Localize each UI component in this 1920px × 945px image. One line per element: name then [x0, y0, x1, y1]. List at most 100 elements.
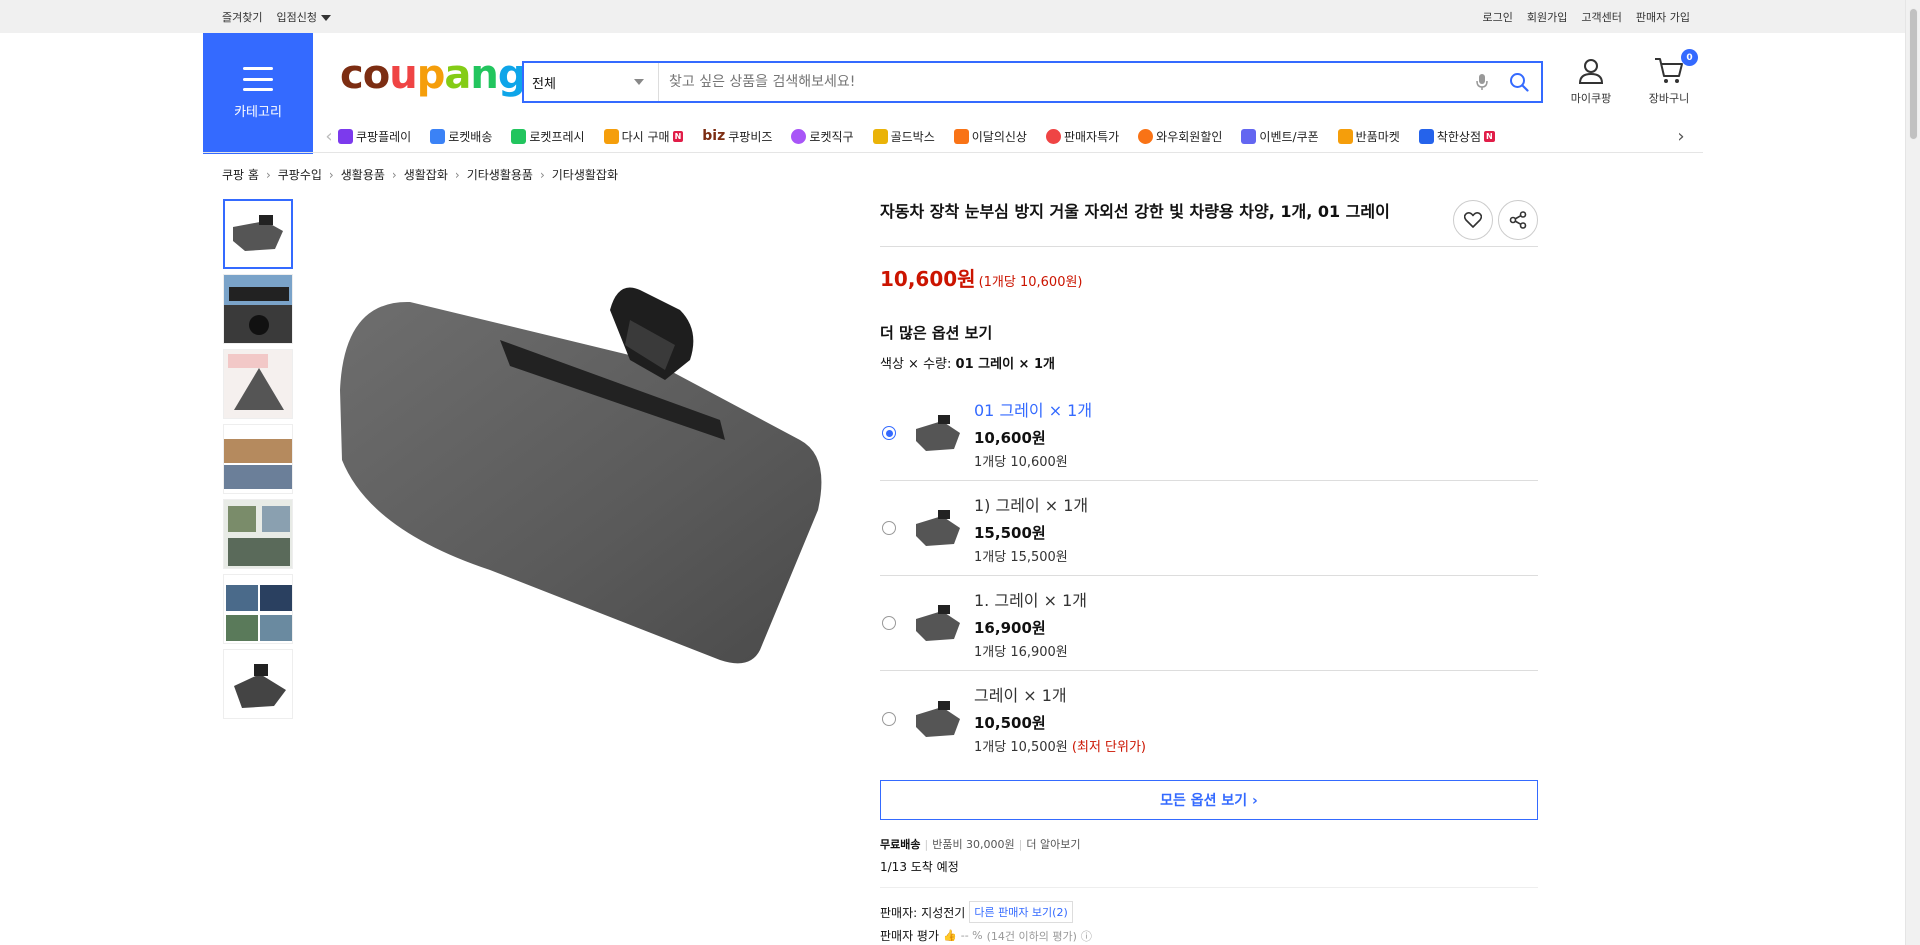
return-market-icon — [1337, 128, 1353, 144]
option-thumbnail — [916, 415, 960, 451]
radio-button[interactable] — [882, 521, 896, 535]
mycoupang-button[interactable]: 마이쿠팡 — [1562, 56, 1620, 106]
sale-price: 10,600원 — [880, 267, 976, 291]
breadcrumb-item[interactable]: 생활잡화 — [404, 166, 448, 183]
nav-item-biz[interactable]: biz 쿠팡비즈 — [702, 128, 772, 145]
nav-item-rocketfresh[interactable]: 로켓프레시 — [511, 128, 585, 145]
thumbnail-4[interactable] — [223, 424, 293, 494]
option-thumbnail — [916, 700, 960, 737]
seller-name[interactable]: 지성전기 — [921, 904, 965, 921]
rocket-fresh-icon — [511, 128, 527, 144]
customer-center-link[interactable]: 고객센터 — [1581, 9, 1621, 25]
wishlist-button[interactable] — [1453, 200, 1493, 240]
nav-next-icon[interactable]: › — [1672, 126, 1690, 147]
thumbnail-1[interactable] — [223, 199, 293, 269]
percent-icon — [1045, 128, 1061, 144]
bookmark-link[interactable]: 즐겨찾기 — [222, 9, 262, 25]
lowest-unit-price-tag: (최저 단위가) — [1071, 740, 1146, 755]
nav-item-event[interactable]: 이벤트/쿠폰 — [1241, 128, 1319, 145]
nav-item-global[interactable]: 로켓직구 — [791, 128, 854, 145]
new-badge: N — [1484, 130, 1495, 142]
breadcrumb-item[interactable]: 쿠팡수입 — [278, 166, 322, 183]
seller-signup-link[interactable]: 판매자 가입 — [1636, 9, 1690, 25]
nav-prev-icon[interactable]: ‹ — [320, 126, 338, 147]
shipping-info: 무료배송 | 반품비 30,000원 | 더 알아보기 — [880, 838, 1081, 851]
cart-button[interactable]: 장바구니 0 — [1640, 49, 1698, 106]
search-category-select[interactable]: 전체 — [524, 63, 659, 101]
shipping-divider — [880, 887, 1538, 888]
nav-item-good-store[interactable]: 착한상점 N — [1418, 128, 1495, 145]
view-all-options-button[interactable]: 모든 옵션 보기 › — [880, 780, 1538, 820]
microphone-icon[interactable] — [1467, 67, 1497, 97]
free-shipping-label: 무료배송 — [880, 838, 921, 851]
other-sellers-button[interactable]: 다른 판매자 보기(2) — [969, 901, 1073, 923]
cart-icon — [1655, 58, 1683, 83]
thumbnail-3[interactable] — [223, 349, 293, 419]
option-name: 1) 그레이 × 1개 — [974, 495, 1089, 515]
store-icon — [1418, 128, 1434, 144]
chevron-right-icon: › — [539, 167, 545, 182]
signup-link[interactable]: 회원가입 — [1527, 9, 1567, 25]
nav-item-new[interactable]: 이달의신상 — [953, 128, 1027, 145]
nav-item-seller-deal[interactable]: 판매자특가 — [1045, 128, 1119, 145]
rocket-icon — [430, 128, 446, 144]
nav-item-rebuy[interactable]: 다시 구매 N — [603, 128, 684, 145]
thumbnail-2[interactable] — [223, 274, 293, 344]
coupang-logo[interactable]: coupang — [340, 52, 526, 98]
chevron-right-icon: › — [328, 167, 334, 182]
seller-apply-dropdown[interactable]: 입점신청 — [276, 9, 331, 25]
share-button[interactable] — [1498, 200, 1538, 240]
learn-more-link[interactable]: 더 알아보기 — [1026, 838, 1080, 851]
user-menu: 마이쿠팡 장바구니 0 — [1562, 49, 1698, 106]
thumbnail-6[interactable] — [223, 574, 293, 644]
info-icon[interactable]: ⓘ — [1081, 928, 1092, 944]
chevron-right-icon: › — [454, 167, 460, 182]
play-icon — [338, 128, 353, 144]
breadcrumb-item[interactable]: 기타생활잡화 — [552, 166, 618, 183]
search-button[interactable] — [1497, 63, 1541, 101]
hamburger-icon — [243, 67, 273, 91]
option-item[interactable]: 01 그레이 × 1개 10,600원 1개당 10,600원 — [880, 386, 1538, 481]
nav-item-goldbox[interactable]: 골드박스 — [872, 128, 935, 145]
nav-item-rocket[interactable]: 로켓배송 — [430, 128, 492, 145]
scrollbar-thumb[interactable] — [1909, 8, 1918, 140]
option-item[interactable]: 1. 그레이 × 1개 16,900원 1개당 16,900원 — [880, 576, 1538, 671]
breadcrumb-item[interactable]: 기타생활용품 — [467, 166, 533, 183]
option-price: 10,500원 — [974, 714, 1046, 732]
nav-item-wow[interactable]: 와우회원할인 — [1138, 128, 1222, 145]
option-item[interactable]: 그레이 × 1개 10,500원 1개당 10,500원 (최저 단위가) — [880, 671, 1538, 766]
nav-item-return-market[interactable]: 반품마켓 — [1337, 128, 1400, 145]
login-link[interactable]: 로그인 — [1483, 9, 1513, 25]
goldbox-icon — [872, 128, 888, 144]
radio-button[interactable] — [882, 616, 896, 630]
page-scrollbar[interactable] — [1905, 0, 1920, 945]
seller-rating-value: -- % — [960, 929, 983, 942]
radio-button[interactable] — [882, 711, 896, 726]
category-label: 카테고리 — [234, 105, 282, 120]
option-item[interactable]: 1) 그레이 × 1개 15,500원 1개당 15,500원 — [880, 481, 1538, 576]
breadcrumb-item[interactable]: 생활용품 — [341, 166, 385, 183]
global-icon — [791, 128, 807, 144]
biz-prefix: biz — [702, 128, 726, 144]
thumbnail-7[interactable] — [223, 649, 293, 719]
price-block: 10,600원 (1개당 10,600원) — [880, 263, 1538, 292]
heart-icon — [1464, 212, 1482, 228]
category-menu-button[interactable]: 카테고리 — [203, 33, 313, 154]
thumbnail-5[interactable] — [223, 499, 293, 569]
breadcrumb-item[interactable]: 쿠팡 홈 — [222, 166, 259, 183]
return-fee: 반품비 30,000원 — [932, 838, 1015, 851]
option-name: 그레이 × 1개 — [974, 686, 1067, 705]
selected-option-line: 색상 × 수량: 01 그레이 × 1개 — [880, 353, 1538, 372]
seller-rating-line: 판매자 평가 👍 -- % (14건 이하의 평가) ⓘ — [880, 927, 1538, 944]
selected-option-label: 색상 × 수량: — [880, 357, 952, 372]
thumbnail-list — [223, 199, 293, 724]
category-nav: ‹ 쿠팡플레이 로켓배송 로켓프레시 다시 구매 N biz 쿠팡비즈 로켓직구 골… — [320, 120, 1690, 152]
title-divider — [880, 246, 1538, 247]
nav-item-coupangplay[interactable]: 쿠팡플레이 — [338, 128, 411, 145]
nav-divider — [203, 152, 1703, 153]
radio-button[interactable] — [882, 426, 896, 440]
chevron-right-icon: › — [391, 167, 397, 182]
main-product-image[interactable] — [330, 270, 850, 690]
user-icon — [1578, 59, 1604, 84]
search-input[interactable] — [659, 63, 1467, 101]
